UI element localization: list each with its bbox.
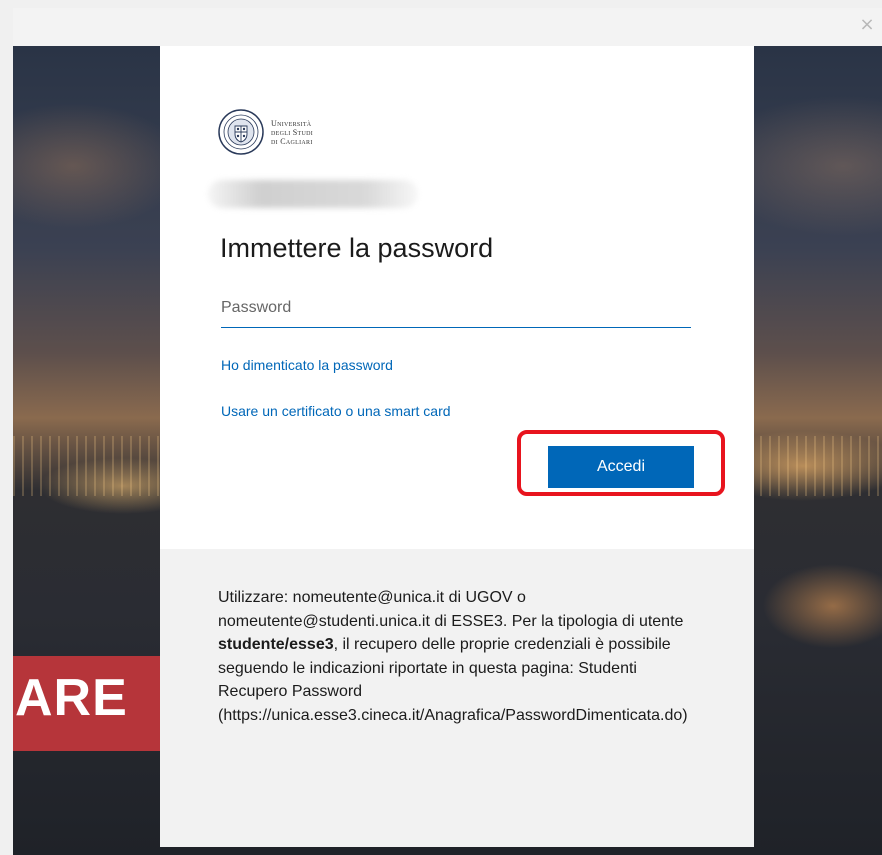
logo-line-1: Università	[271, 118, 312, 128]
dialog-window: × ARE Università degli Studi di Cagliari…	[13, 8, 882, 855]
sign-in-button[interactable]: Accedi	[548, 446, 694, 488]
university-logo: Università degli Studi di Cagliari	[218, 109, 313, 155]
logo-line-2: degli Studi	[271, 127, 314, 137]
certificate-smartcard-link[interactable]: Usare un certificato o una smart card	[221, 403, 451, 419]
info-text-bold: studente/esse3	[218, 636, 334, 653]
forgot-password-link[interactable]: Ho dimenticato la password	[221, 357, 393, 373]
redacted-username	[208, 180, 418, 208]
info-text-part-1: Utilizzare: nomeutente@unica.it di UGOV …	[218, 589, 684, 630]
university-name: Università degli Studi di Cagliari	[271, 119, 313, 146]
sign-in-card: Università degli Studi di Cagliari Immet…	[160, 46, 754, 847]
title-bar: ×	[13, 8, 882, 46]
info-text: Utilizzare: nomeutente@unica.it di UGOV …	[218, 586, 698, 727]
background-banner: ARE	[13, 656, 163, 751]
university-seal-icon	[218, 109, 264, 155]
info-panel: Utilizzare: nomeutente@unica.it di UGOV …	[160, 549, 754, 847]
background-banner-text: ARE	[15, 669, 128, 727]
logo-line-3: di Cagliari	[271, 136, 313, 146]
page-title: Immettere la password	[220, 233, 494, 263]
close-icon[interactable]: ×	[858, 16, 876, 34]
password-input[interactable]	[221, 289, 691, 328]
